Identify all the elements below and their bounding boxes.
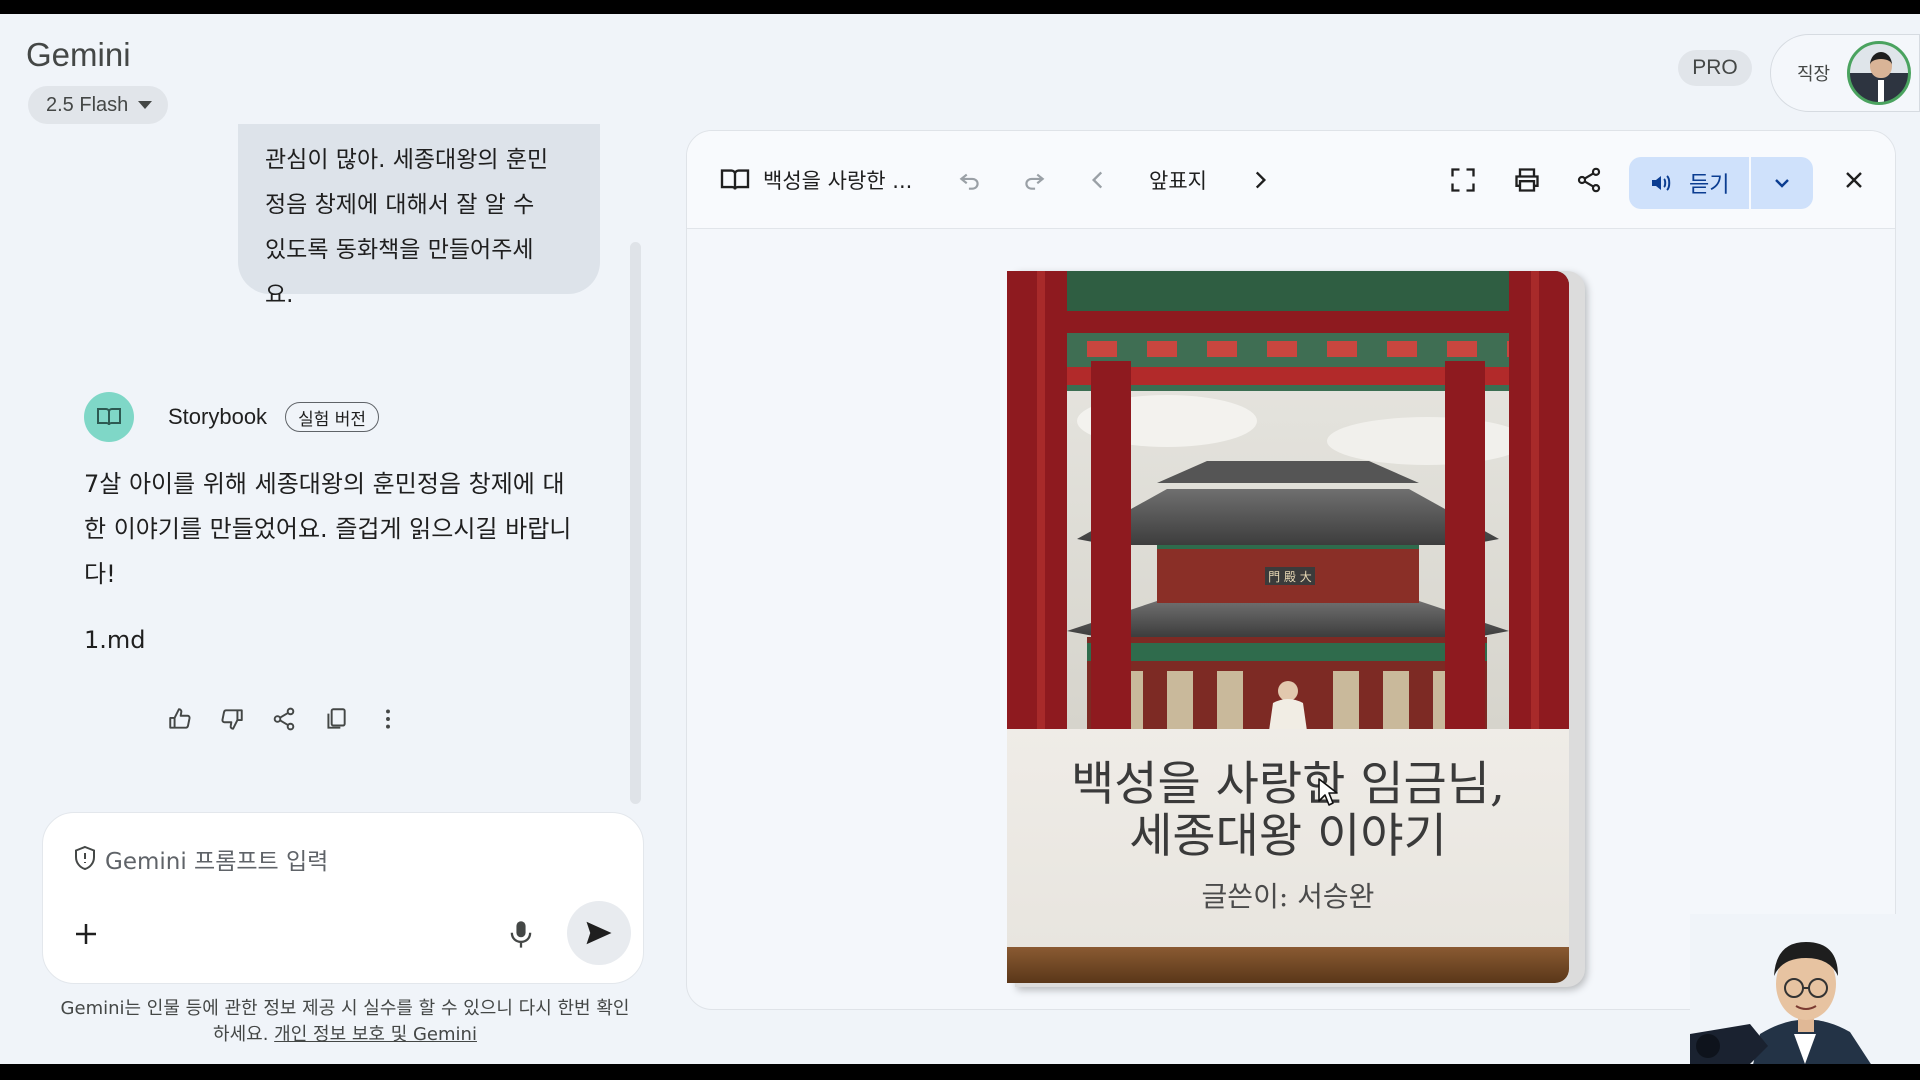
bot-header: Storybook 실험 버전 <box>84 392 380 442</box>
gemini-logo-text: Gemini <box>26 36 131 73</box>
floor-strip <box>1007 947 1569 983</box>
shield-icon <box>75 845 95 871</box>
listen-label: 듣기 <box>1689 173 1730 198</box>
avatar-shirt <box>1878 80 1884 102</box>
user-message-line: 있도록 동화책을 만들어주세 <box>265 237 534 263</box>
undo-button[interactable] <box>957 131 983 229</box>
fullscreen-icon <box>1451 168 1475 192</box>
prompt-placeholder[interactable]: Gemini 프롬프트 입력 <box>105 842 328 876</box>
volume-icon <box>1652 175 1671 191</box>
previous-page-button[interactable] <box>1087 131 1109 229</box>
book[interactable]: 門 殿 大 백성을 사랑한 임금님, 세종대왕 이야기 글쓴이: 서승완 <box>1007 271 1585 987</box>
bot-message-line: 7살 아이를 위해 세종대왕의 훈민정음 창제에 대 <box>84 470 565 498</box>
chat-scrollbar[interactable] <box>630 242 641 804</box>
chevron-right-icon <box>1255 171 1267 189</box>
pro-badge[interactable]: PRO <box>1678 50 1752 86</box>
book-icon <box>720 169 750 190</box>
share-icon[interactable] <box>269 704 299 734</box>
privacy-link[interactable]: 개인 정보 보호 및 Gemini <box>274 1024 477 1045</box>
book-author: 글쓴이: 서승완 <box>1201 880 1375 913</box>
next-page-button[interactable] <box>1249 131 1271 229</box>
user-message-line: 정음 창제에 대해서 잘 알 수 <box>265 192 535 218</box>
user-message-line: 요. <box>265 282 294 308</box>
disclaimer-suffix: 하세요. <box>213 1024 269 1045</box>
chat-history[interactable]: 관심이 많아. 세종대왕의 훈민 정음 창제에 대해서 잘 알 수 있도록 동화… <box>0 124 650 804</box>
attached-file-link[interactable]: 1.md <box>84 626 146 654</box>
page-label: 앞표지 <box>1149 169 1207 193</box>
send-button[interactable] <box>567 901 631 965</box>
account-label: 직장 <box>1797 64 1831 85</box>
presenter-webcam <box>1690 914 1920 1064</box>
microphone-icon[interactable] <box>507 919 535 951</box>
bot-message-line: 다! <box>84 560 116 588</box>
add-icon[interactable] <box>71 919 101 949</box>
share-icon <box>1577 167 1601 193</box>
redo-icon <box>1025 173 1045 190</box>
disclaimer: Gemini는 인물 등에 관한 정보 제공 시 실수를 할 수 있으니 다시 … <box>30 996 660 1048</box>
book-title-line: 백성을 사랑한 임금님, <box>1071 757 1505 812</box>
chevron-down-icon <box>1775 179 1789 188</box>
palace-signboard: 門 殿 大 <box>1268 570 1312 584</box>
book-title: 백성을 사랑한 임금님, 세종대왕 이야기 <box>1007 759 1569 863</box>
close-canvas-button[interactable] <box>1843 131 1865 229</box>
caret-down-icon <box>138 101 153 109</box>
gemini-app: Gemini 2.5 Flash PRO 직장 관심이 많아. 세종대왕의 훈민… <box>0 14 1920 1064</box>
experimental-badge: 실험 버전 <box>285 402 380 432</box>
canvas-title: 백성을 사랑한 ... <box>763 169 913 193</box>
fullscreen-button[interactable] <box>1449 131 1477 229</box>
thumb-down-icon[interactable] <box>217 704 247 734</box>
listen-button[interactable]: 듣기 <box>1629 157 1750 209</box>
avatar[interactable] <box>1847 41 1911 105</box>
bot-message-line: 한 이야기를 만들었어요. 즐겁게 읽으시길 바랍니 <box>84 515 572 543</box>
model-selector-label: 2.5 Flash <box>46 93 129 116</box>
canvas-title-group: 백성을 사랑한 ... <box>719 131 912 229</box>
close-icon <box>1846 172 1862 188</box>
account-switcher[interactable]: 직장 <box>1770 34 1920 112</box>
palace-illustration: 門 殿 大 <box>1007 271 1569 731</box>
redo-button[interactable] <box>1021 131 1047 229</box>
chevron-left-icon <box>1091 171 1103 189</box>
prompt-input-box[interactable]: Gemini 프롬프트 입력 <box>42 812 644 984</box>
disclaimer-line: Gemini는 인물 등에 관한 정보 제공 시 실수를 할 수 있으니 다시 … <box>60 998 630 1019</box>
disclaimer-line: 하세요. 개인 정보 보호 및 Gemini <box>30 1022 660 1048</box>
share-button[interactable] <box>1575 131 1603 229</box>
more-vert-icon[interactable] <box>373 704 403 734</box>
storybook-avatar <box>84 392 134 442</box>
copy-icon[interactable] <box>321 704 351 734</box>
print-button[interactable] <box>1513 131 1541 229</box>
user-message-line: 관심이 많아. 세종대왕의 훈민 <box>265 147 549 173</box>
user-message-bubble: 관심이 많아. 세종대왕의 훈민 정음 창제에 대해서 잘 알 수 있도록 동화… <box>238 124 600 308</box>
undo-icon <box>959 173 979 190</box>
listen-options-button[interactable] <box>1751 157 1813 209</box>
bot-message: 7살 아이를 위해 세종대왕의 훈민정음 창제에 대 한 이야기를 만들었어요.… <box>84 462 604 597</box>
print-icon <box>1515 168 1539 192</box>
storybook-canvas: 백성을 사랑한 ... 앞표지 듣기 門 殿 大 백성을 사랑한 임금님, 세종… <box>686 130 1896 1010</box>
response-actions <box>165 704 403 734</box>
book-cover[interactable]: 門 殿 大 백성을 사랑한 임금님, 세종대왕 이야기 글쓴이: 서승완 <box>1007 271 1569 983</box>
mouse-cursor-icon <box>1318 778 1338 806</box>
book-icon <box>97 408 121 426</box>
model-selector[interactable]: 2.5 Flash <box>28 86 169 124</box>
canvas-toolbar: 백성을 사랑한 ... 앞표지 듣기 <box>687 131 1895 229</box>
avatar-head <box>1870 52 1892 78</box>
send-icon <box>586 921 612 945</box>
thumb-up-icon[interactable] <box>165 704 195 734</box>
bot-name: Storybook <box>168 404 268 429</box>
book-title-line: 세종대왕 이야기 <box>1129 809 1447 864</box>
